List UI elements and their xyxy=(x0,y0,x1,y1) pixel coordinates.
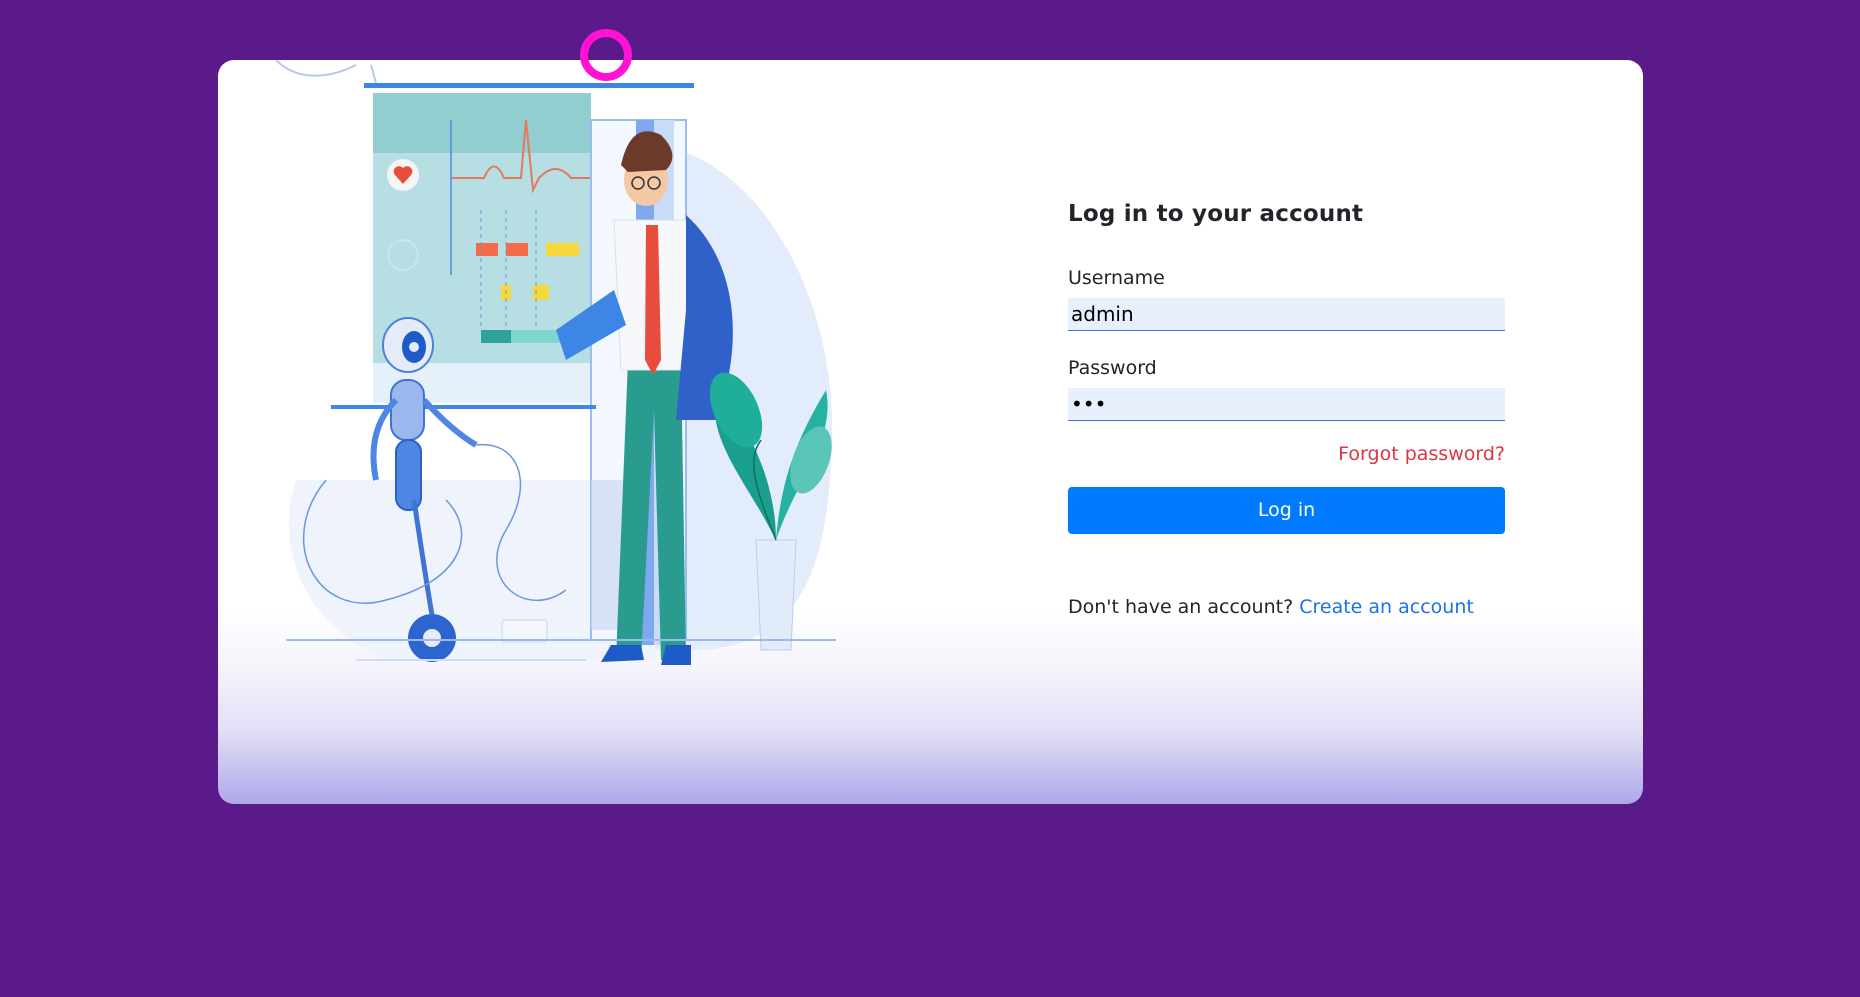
page-title: Log in to your account xyxy=(1068,201,1364,227)
create-account-link[interactable]: Create an account xyxy=(1299,596,1474,618)
signup-row: Don't have an account? Create an account xyxy=(1068,596,1505,618)
login-button[interactable]: Log in xyxy=(1068,486,1505,534)
doctor-robot-illustration xyxy=(236,60,863,685)
signup-prompt: Don't have an account? xyxy=(1068,595,1294,618)
login-form: Log in to your account Username Password… xyxy=(1068,200,1505,618)
password-field[interactable] xyxy=(1068,387,1505,421)
forgot-password-row: Forgot password? xyxy=(1068,443,1505,465)
password-label: Password xyxy=(1068,356,1157,379)
forgot-password-link[interactable]: Forgot password? xyxy=(1338,443,1505,465)
username-label: Username xyxy=(1068,266,1165,289)
login-card: Log in to your account Username Password… xyxy=(218,60,1643,804)
username-field[interactable] xyxy=(1068,297,1505,331)
cursor-highlight-ring xyxy=(580,29,632,81)
